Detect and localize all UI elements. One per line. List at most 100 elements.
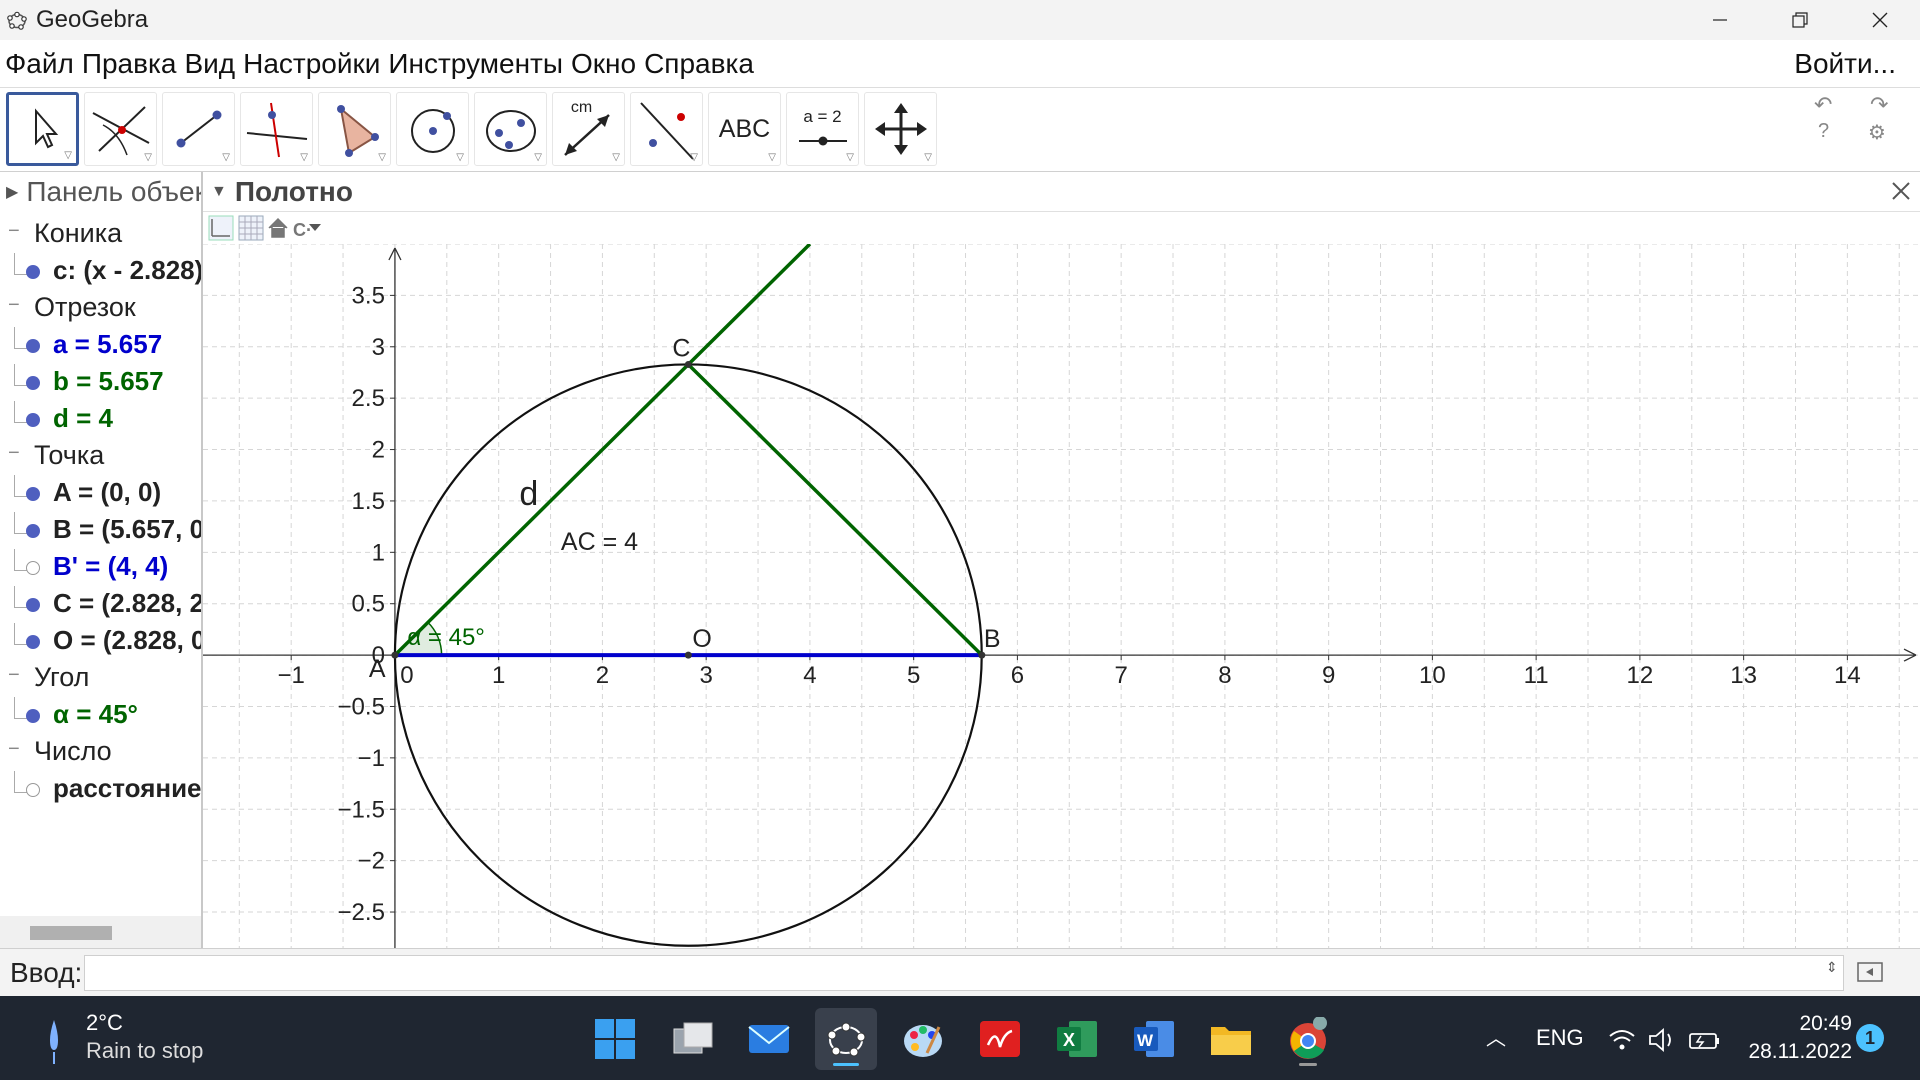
paint-app[interactable] xyxy=(892,1008,954,1070)
group-label: Угол xyxy=(34,662,90,692)
group-number[interactable]: − Число xyxy=(0,734,201,771)
close-view-icon[interactable] xyxy=(1888,178,1914,204)
excel-app[interactable]: X xyxy=(1046,1008,1108,1070)
visibility-toggle[interactable] xyxy=(26,598,40,612)
close-button[interactable] xyxy=(1840,0,1920,40)
x-tick-label: −1 xyxy=(277,662,304,689)
axes-toggle-icon[interactable] xyxy=(208,215,234,241)
tray-overflow-icon[interactable]: ︿ xyxy=(1486,1022,1506,1051)
paint-icon xyxy=(904,1025,942,1057)
algebra-view: ▶ Панель объектов − Коника c: (x - 2.828… xyxy=(0,172,203,948)
virtual-keyboard-icon[interactable] xyxy=(1856,959,1884,985)
reflect-tool[interactable]: ▽ xyxy=(630,92,703,166)
visibility-toggle[interactable] xyxy=(26,783,40,797)
perpendicular-line-tool[interactable]: ▽ xyxy=(240,92,313,166)
help-icon[interactable]: ? xyxy=(1818,120,1829,143)
line-tool[interactable]: ▽ xyxy=(162,92,235,166)
visibility-toggle[interactable] xyxy=(26,339,40,353)
algebra-item-A[interactable]: A = (0, 0) xyxy=(0,475,201,512)
visibility-toggle[interactable] xyxy=(26,524,40,538)
word-app[interactable]: W xyxy=(1123,1008,1185,1070)
wifi-icon[interactable] xyxy=(1609,1030,1635,1050)
graphics-view-header[interactable]: ▼ Полотно xyxy=(203,172,1920,212)
group-angle[interactable]: − Угол xyxy=(0,660,201,697)
visibility-toggle[interactable] xyxy=(26,635,40,649)
clock[interactable]: 20:49 28.11.2022 xyxy=(1742,1010,1852,1066)
move-graphics-tool[interactable]: ▽ xyxy=(864,92,937,166)
group-segment[interactable]: − Отрезок xyxy=(0,290,201,327)
menu-tools[interactable]: Инструменты xyxy=(383,48,566,80)
menu-window[interactable]: Окно xyxy=(566,48,639,80)
input-history-icon[interactable]: ⇕ xyxy=(1826,959,1838,976)
geometry-plot[interactable]: −1 0 1 2 3 4 5 6 7 8 9 10 11 12 13 143.532.521.510.50−0… xyxy=(203,242,1920,948)
visibility-toggle[interactable] xyxy=(26,561,40,575)
grid-toggle-icon[interactable] xyxy=(238,215,264,241)
language-indicator[interactable]: ENG xyxy=(1536,1025,1584,1051)
style-bar-icons: C· xyxy=(208,215,321,241)
notification-badge[interactable]: 1 xyxy=(1856,1024,1884,1052)
collapse-icon[interactable]: − xyxy=(8,442,20,465)
home-icon[interactable] xyxy=(268,217,288,238)
menu-options[interactable]: Настройки xyxy=(238,48,383,80)
slider-tool[interactable]: a = 2 ▽ xyxy=(786,92,859,166)
collapse-icon[interactable]: − xyxy=(8,294,20,317)
geogebra-app[interactable] xyxy=(815,1008,877,1070)
group-point[interactable]: − Точка xyxy=(0,438,201,475)
collapse-arrow-icon[interactable]: ▼ xyxy=(211,183,227,201)
visibility-toggle[interactable] xyxy=(26,376,40,390)
chrome-app[interactable] xyxy=(1277,1008,1339,1070)
mail-app[interactable] xyxy=(738,1008,800,1070)
algebra-item-distance[interactable]: расстояниеAC = 4 xyxy=(0,771,201,808)
measure-tool[interactable]: cm ▽ xyxy=(552,92,625,166)
scrollbar-thumb[interactable] xyxy=(30,926,112,940)
algebra-item-B-prime[interactable]: B' = (4, 4) xyxy=(0,549,201,586)
menu-file[interactable]: Файл xyxy=(0,48,77,80)
collapse-icon[interactable]: − xyxy=(8,220,20,243)
algebra-view-header[interactable]: ▶ Панель объектов xyxy=(0,172,201,212)
algebra-item-b[interactable]: b = 5.657 xyxy=(0,364,201,401)
text-tool[interactable]: ABC ▽ xyxy=(708,92,781,166)
menu-view[interactable]: Вид xyxy=(179,48,238,80)
algebra-item-O[interactable]: O = (2.828, 0) xyxy=(0,623,201,660)
label-B: B xyxy=(984,625,1001,653)
horizontal-scrollbar[interactable] xyxy=(0,916,201,948)
algebra-item-alpha[interactable]: α = 45° xyxy=(0,697,201,734)
algebra-item-c[interactable]: c: (x - 2.828)² + y² = 8 xyxy=(0,253,201,290)
algebra-item-text: B = (5.657, 0) xyxy=(53,514,203,544)
minimize-button[interactable] xyxy=(1680,0,1760,40)
menu-help[interactable]: Справка xyxy=(639,48,757,80)
task-view-button[interactable] xyxy=(661,1008,723,1070)
visibility-toggle[interactable] xyxy=(26,265,40,279)
algebra-item-d[interactable]: d = 4 xyxy=(0,401,201,438)
visibility-toggle[interactable] xyxy=(26,413,40,427)
circle-tool[interactable]: ▽ xyxy=(396,92,469,166)
menu-edit[interactable]: Правка xyxy=(77,48,180,80)
algebra-item-a[interactable]: a = 5.657 xyxy=(0,327,201,364)
start-button[interactable] xyxy=(584,1008,646,1070)
login-link[interactable]: Войти... xyxy=(1794,48,1896,80)
visibility-toggle[interactable] xyxy=(26,709,40,723)
expand-arrow-icon[interactable]: ▶ xyxy=(6,182,18,202)
conic-tool[interactable]: ▽ xyxy=(474,92,547,166)
point-tool[interactable]: ▽ xyxy=(84,92,157,166)
graphics-canvas[interactable]: −1 0 1 2 3 4 5 6 7 8 9 10 11 12 13 14 3.5 3 2.5 2 1.5 1 0.5 0 −0… xyxy=(203,242,1920,948)
volume-icon[interactable] xyxy=(1649,1028,1671,1052)
collapse-icon[interactable]: − xyxy=(8,664,20,687)
input-field[interactable] xyxy=(84,955,1844,991)
visibility-toggle[interactable] xyxy=(26,487,40,501)
restore-button[interactable] xyxy=(1760,0,1840,40)
weather-widget[interactable]: 2°C Rain to stop xyxy=(40,1010,240,1070)
group-conic[interactable]: − Коника xyxy=(0,216,201,253)
polygon-tool[interactable]: ▽ xyxy=(318,92,391,166)
algebra-item-B[interactable]: B = (5.657, 0) xyxy=(0,512,203,549)
undo-icon[interactable]: ↶ xyxy=(1814,92,1832,118)
gear-icon[interactable]: ⚙ xyxy=(1868,120,1886,145)
file-explorer-app[interactable] xyxy=(1200,1008,1262,1070)
point-capture-icon[interactable]: C· xyxy=(293,220,321,240)
move-tool[interactable]: ▽ xyxy=(6,92,79,166)
redo-icon[interactable]: ↷ xyxy=(1870,92,1888,118)
algebra-item-C[interactable]: C = (2.828, 2.828) xyxy=(0,586,201,623)
collapse-icon[interactable]: − xyxy=(8,738,20,761)
pdf-reader-app[interactable] xyxy=(969,1008,1031,1070)
battery-icon[interactable] xyxy=(1689,1033,1719,1049)
